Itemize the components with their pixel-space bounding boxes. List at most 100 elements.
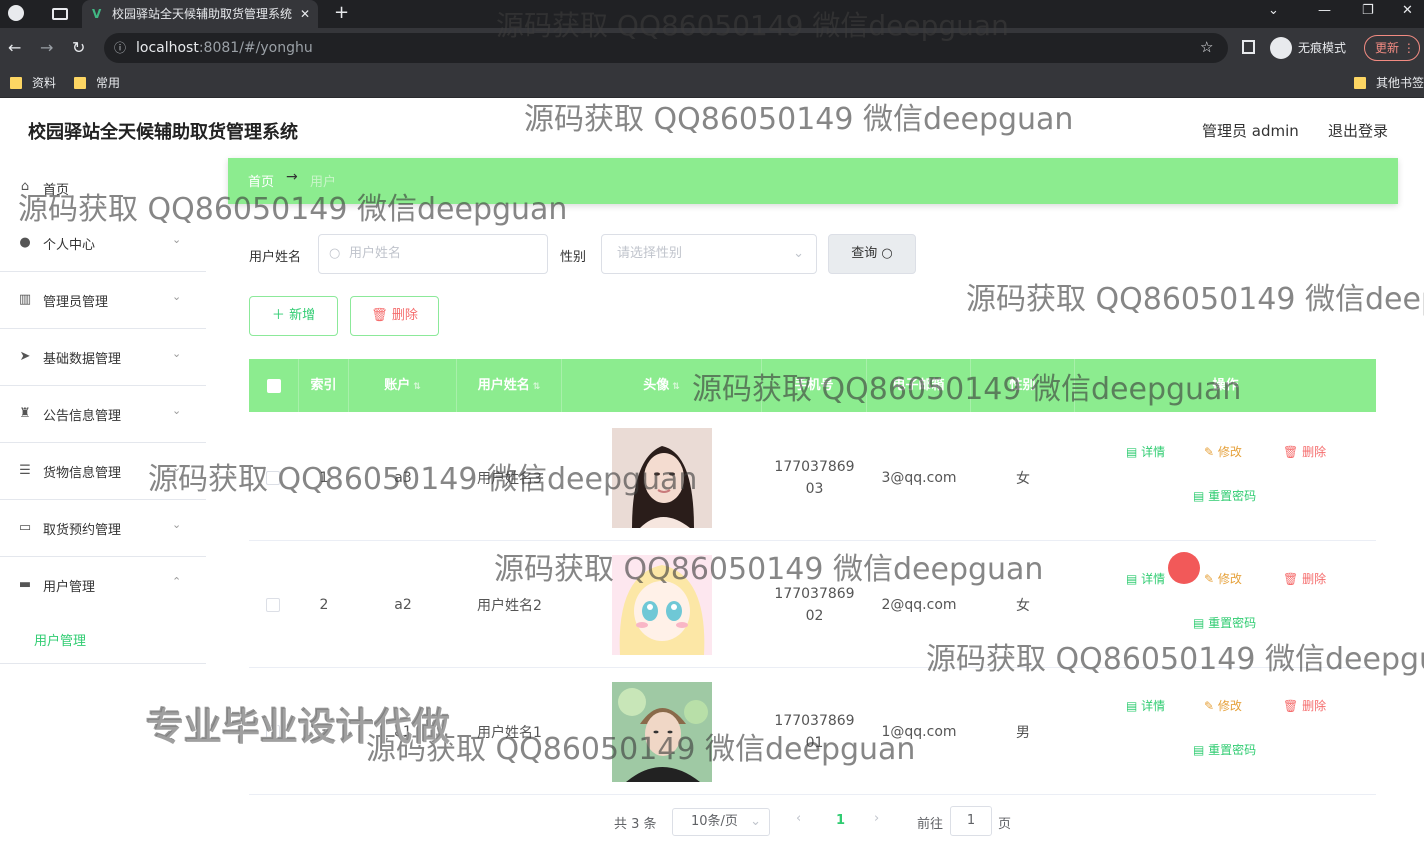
sidebar-item-basic-data[interactable]: ➤ 基础数据管理 ⌄	[0, 329, 206, 386]
sort-icon[interactable]: ⇅	[413, 382, 421, 392]
address-bar: ← → ↻ ⓘ localhost:8081/#/yonghu ☆ 无痕模式 更…	[0, 28, 1424, 68]
sort-icon[interactable]: ⇅	[533, 382, 541, 392]
sidebar-item-home[interactable]: ⌂ 首页	[0, 160, 206, 217]
reset-password-button[interactable]: ▤ 重置密码	[1193, 487, 1256, 504]
sidebar-item-pickup[interactable]: ▭ 取货预约管理 ⌄	[0, 500, 206, 557]
back-icon[interactable]: ←	[8, 38, 21, 57]
restore-icon[interactable]: ❐	[1362, 3, 1374, 18]
query-button-label: 查询	[851, 246, 878, 261]
reset-password-button[interactable]: ▤ 重置密码	[1193, 614, 1256, 631]
avatar[interactable]	[612, 427, 712, 528]
prev-page-icon[interactable]: ‹	[796, 811, 801, 826]
minimize-icon[interactable]: —	[1318, 3, 1331, 18]
incognito-icon	[1270, 37, 1292, 59]
trash-icon: 🗑	[371, 308, 388, 323]
sort-icon[interactable]: ⇅	[672, 382, 680, 392]
breadcrumb-current: 用户	[310, 175, 337, 190]
update-button[interactable]: 更新 ⋮	[1364, 35, 1420, 61]
sidebar-item-label: 公告信息管理	[43, 409, 122, 424]
breadcrumb-home[interactable]: 首页	[248, 171, 274, 190]
select-all-checkbox[interactable]	[267, 379, 281, 393]
row-checkbox[interactable]	[266, 471, 280, 485]
cell-index: 2	[319, 596, 329, 613]
bookmark-star-icon[interactable]: ☆	[1200, 38, 1213, 56]
new-tab-icon[interactable]: +	[334, 2, 349, 23]
query-button[interactable]: 查询 ○	[828, 234, 916, 274]
trophy-icon: ♜	[19, 406, 31, 421]
gender-select[interactable]: 请选择性别 ⌄	[601, 234, 817, 274]
logout-link[interactable]: 退出登录	[1328, 120, 1388, 141]
add-button-label: 新增	[289, 308, 316, 323]
remove-button[interactable]: 🗑 删除	[1283, 570, 1326, 587]
chevron-down-icon[interactable]: ⌄	[1268, 3, 1279, 18]
sidebar-item-admins[interactable]: ▥ 管理员管理 ⌄	[0, 272, 206, 329]
detail-button[interactable]: ▤ 详情	[1126, 443, 1165, 460]
row-checkbox[interactable]	[266, 598, 280, 612]
close-window-icon[interactable]: ✕	[1402, 3, 1413, 18]
side-panel-icon[interactable]	[1242, 40, 1255, 54]
sidebar-subitem-user-management[interactable]: 用户管理	[0, 614, 206, 664]
url-input[interactable]: ⓘ localhost:8081/#/yonghu	[104, 33, 1228, 63]
folder-icon	[1354, 77, 1366, 89]
update-label: 更新	[1375, 41, 1400, 55]
page-size-select[interactable]: 10条/页 ⌄	[672, 808, 770, 836]
detail-button[interactable]: ▤ 详情	[1126, 570, 1165, 587]
delete-button[interactable]: 🗑 删除	[350, 296, 439, 336]
column-header-account[interactable]: 账户 ⇅	[349, 359, 457, 412]
detail-button[interactable]: ▤ 详情	[1126, 697, 1165, 714]
next-page-icon[interactable]: ›	[874, 811, 879, 826]
avatar[interactable]	[612, 554, 712, 655]
browser-menu-icon[interactable]	[8, 5, 24, 21]
edit-label: 修改	[1217, 699, 1242, 713]
cell-phone: 17703786903	[774, 458, 855, 497]
sidebar-item-label: 基础数据管理	[43, 352, 122, 367]
edit-button[interactable]: ✎ 修改	[1204, 697, 1242, 714]
remove-button[interactable]: 🗑 删除	[1283, 697, 1326, 714]
chevron-down-icon: ⌄	[172, 347, 182, 360]
gender-select-placeholder: 请选择性别	[617, 246, 683, 261]
column-header-name[interactable]: 用户姓名 ⇅	[457, 359, 562, 412]
incognito-indicator[interactable]: 无痕模式	[1270, 37, 1346, 59]
close-tab-icon[interactable]: ✕	[300, 0, 310, 28]
edit-button[interactable]: ✎ 修改	[1204, 443, 1242, 460]
chevron-down-icon: ⌄	[172, 290, 182, 303]
header-label: 头像	[643, 378, 670, 393]
goto-page-input[interactable]: 1	[950, 806, 992, 836]
search-icon: ○	[329, 246, 341, 261]
bookmark-folder-2[interactable]: 常用	[74, 73, 120, 93]
column-header-gender: 性别	[971, 359, 1075, 412]
column-header-email: 电子邮箱	[867, 359, 971, 412]
forward-icon[interactable]: →	[40, 38, 53, 57]
avatar[interactable]	[612, 681, 712, 782]
send-icon: ➤	[19, 349, 31, 364]
edit-button[interactable]: ✎ 修改	[1204, 570, 1242, 587]
cell-avatar	[562, 541, 762, 668]
sidebar-item-label: 取货预约管理	[43, 523, 122, 538]
table-row: 2 a2 用户姓名2 17703786902 2@qq.com 女 ▤ 详情 ✎…	[249, 541, 1376, 668]
add-button[interactable]: ＋ 新增	[249, 296, 338, 336]
reload-icon[interactable]: ↻	[72, 38, 85, 57]
cell-email: 2@qq.com	[881, 596, 957, 613]
name-search-input[interactable]: ○ 用户姓名	[318, 234, 548, 274]
cell-gender: 女	[1016, 597, 1030, 614]
chart-icon: ▥	[18, 292, 32, 307]
tab-search-icon[interactable]	[52, 8, 68, 20]
sidebar-item-goods[interactable]: ☰ 货物信息管理 ⌄	[0, 443, 206, 500]
sidebar-item-profile[interactable]: ● 个人中心 ⌄	[0, 215, 206, 272]
cell-gender: 女	[1016, 470, 1030, 487]
remove-button[interactable]: 🗑 删除	[1283, 443, 1326, 460]
plus-icon: ＋	[271, 308, 285, 323]
url-host: localhost	[136, 40, 199, 56]
current-page[interactable]: 1	[836, 813, 845, 828]
sidebar-item-users[interactable]: ▬ 用户管理 ⌃	[0, 557, 206, 614]
row-operations: ▤ 详情 ✎ 修改 🗑 删除 ▤ 重置密码	[1100, 668, 1376, 795]
browser-tab[interactable]: V 校园驿站全天候辅助取货管理系统 ✕	[82, 0, 318, 28]
bookmark-folder-1[interactable]: 资料	[10, 73, 56, 93]
other-bookmarks[interactable]: 其他书签	[1354, 73, 1424, 93]
reset-password-button[interactable]: ▤ 重置密码	[1193, 741, 1256, 758]
cell-avatar	[562, 414, 762, 541]
site-info-icon[interactable]: ⓘ	[114, 33, 126, 63]
sidebar-item-notices[interactable]: ♜ 公告信息管理 ⌄	[0, 386, 206, 443]
column-header-index: 索引	[299, 359, 349, 412]
column-header-avatar[interactable]: 头像 ⇅	[562, 359, 762, 412]
